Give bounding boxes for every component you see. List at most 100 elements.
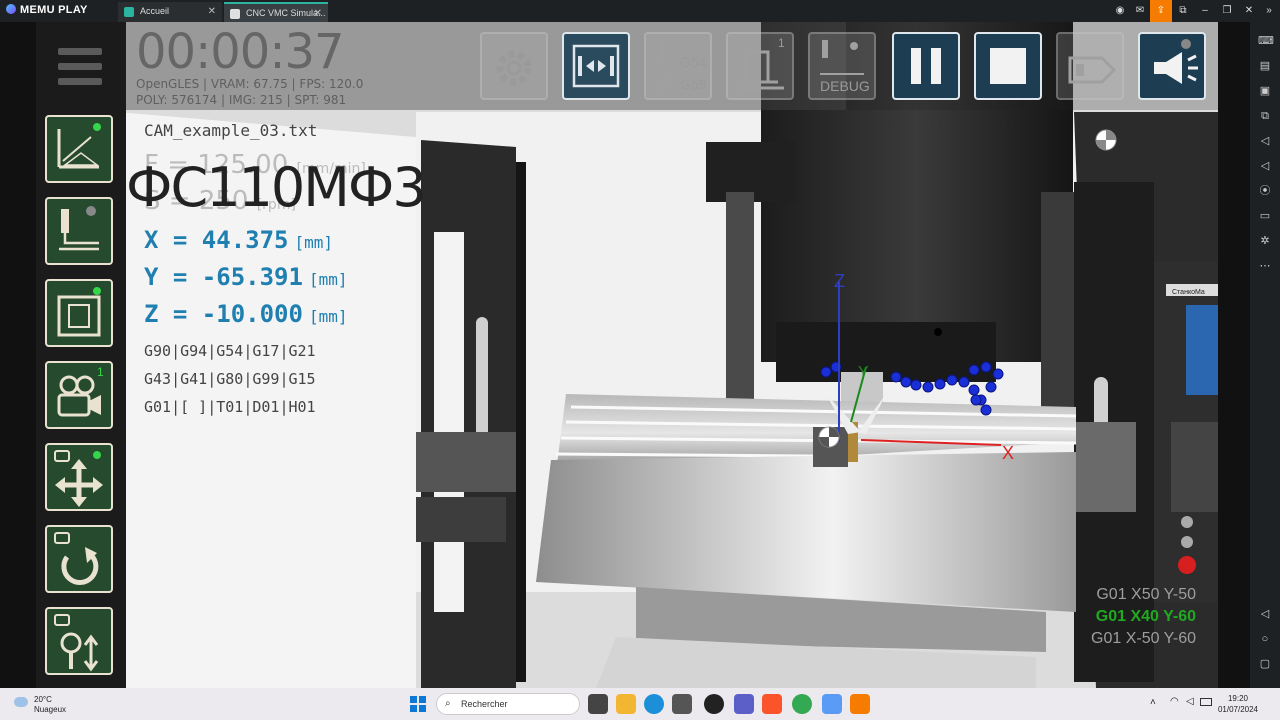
debug-label: DEBUG (820, 78, 870, 94)
windows-taskbar: 20°C Nuageux ⌕ Rechercher ˄ ◠ ◁ 19:20 01… (0, 688, 1280, 720)
weather-temperature: 20°C (34, 695, 52, 704)
home-tab-icon (124, 7, 134, 17)
memu-multi-icon[interactable] (850, 694, 870, 714)
account-icon[interactable]: ◉ (1113, 4, 1127, 18)
app-tab-icon (230, 9, 240, 19)
g59-label: G59 (680, 76, 707, 92)
tab-label: Accueil (140, 6, 170, 16)
close-tab-icon[interactable]: ✕ (314, 4, 322, 23)
fit-view-button[interactable] (562, 32, 630, 100)
memu-taskbar-icon[interactable] (822, 694, 842, 714)
clock-date: 01/07/2024 (1217, 705, 1259, 714)
camera-select-button[interactable]: 1 (45, 361, 113, 429)
task-view-icon[interactable] (588, 694, 608, 714)
multi-window-icon[interactable]: ⧉ (1258, 109, 1272, 123)
expand-icon[interactable]: » (1262, 4, 1276, 18)
edge-browser-icon[interactable] (644, 694, 664, 714)
cnc-simulator-viewport[interactable]: СтанкоМа Z X Y 00:00:37 OpenGLES | VRAM:… (36, 22, 1218, 688)
modal-gcodes-line2: G43|G41|G80|G99|G15 (144, 370, 316, 388)
megaphone-icon (1154, 39, 1198, 84)
file-explorer-icon[interactable] (616, 694, 636, 714)
volume-up-icon[interactable]: ◁ (1258, 134, 1272, 148)
more-icon[interactable]: ⋯ (1258, 259, 1272, 273)
cloud-icon (14, 697, 28, 707)
search-icon: ⌕ (445, 698, 451, 709)
taskbar-clock[interactable]: 19:20 01/07/2024 (1212, 693, 1264, 715)
keyboard-icon[interactable]: ⌨ (1258, 34, 1274, 48)
android-home-icon[interactable]: ○ (1258, 632, 1272, 646)
chrome-icon[interactable] (792, 694, 812, 714)
single-view-button[interactable]: 1 (726, 32, 794, 100)
pause-button[interactable] (892, 32, 960, 100)
program-file-name: CAM_example_03.txt (144, 121, 318, 140)
z-coordinate-readout: Z = -10.000 [mm] (144, 300, 348, 328)
taskbar-search-box[interactable]: ⌕ Rechercher (436, 693, 580, 715)
active-indicator (93, 287, 101, 295)
z-axis-label: Z (834, 271, 845, 291)
restore-window-icon[interactable]: ❐ (1220, 4, 1234, 18)
windows-logo-icon (410, 696, 426, 712)
window-icon[interactable]: ⧉ (1176, 4, 1190, 18)
record-icon[interactable]: ⇪ (1150, 0, 1172, 22)
folder-icon[interactable]: ▭ (1258, 209, 1272, 223)
gear-icon (496, 50, 532, 86)
camera-rotate-button[interactable] (45, 525, 113, 593)
keymap-icon[interactable]: ▤ (1258, 59, 1272, 73)
search-placeholder: Rechercher (461, 699, 508, 709)
y-axis-label: Y (858, 364, 869, 381)
memu-logo: MEMU PLAY (6, 4, 88, 16)
camera-zoom-button[interactable] (45, 607, 113, 675)
control-panel-brand: СтанкоМа (1172, 289, 1205, 296)
battery-icon[interactable] (1200, 698, 1212, 706)
location-icon[interactable]: ⦿ (1258, 184, 1272, 198)
next-step-button[interactable] (1056, 32, 1124, 100)
mail-icon[interactable]: ✉ (1133, 4, 1147, 18)
tool-view-button[interactable] (45, 197, 113, 265)
stop-button[interactable] (974, 32, 1042, 100)
x-axis-label: X (1002, 443, 1014, 463)
minimize-window-icon[interactable]: – (1198, 4, 1212, 18)
weather-condition: Nuageux (34, 705, 67, 714)
volume-down-icon[interactable]: ◁ (1258, 159, 1272, 173)
brave-browser-icon[interactable] (762, 694, 782, 714)
emulator-titlebar: MEMU PLAY Accueil ✕ CNC VMC Simula... ✕ … (0, 0, 1280, 22)
store-icon[interactable] (672, 694, 692, 714)
hamburger-menu-icon (58, 48, 102, 85)
modal-gcodes-line3: G01|[ ]|T01|D01|H01 (144, 398, 316, 416)
close-window-icon[interactable]: ✕ (1242, 4, 1256, 18)
work-offset-button[interactable]: G54 G59 (644, 32, 712, 100)
android-recents-icon[interactable]: ▢ (1258, 657, 1272, 671)
debug-button[interactable]: DEBUG (808, 32, 876, 100)
toolpath-view-button[interactable] (45, 115, 113, 183)
tab-accueil[interactable]: Accueil ✕ (118, 2, 222, 22)
view-number-badge: 1 (778, 36, 785, 50)
active-indicator (93, 123, 101, 131)
machine-cabinet-icon (57, 295, 101, 337)
y-coordinate-readout: Y = -65.391 [mm] (144, 263, 348, 291)
elapsed-timer: 00:00:37 (136, 24, 345, 80)
machine-view-button[interactable] (45, 279, 113, 347)
program-line-current: G01 X40 Y-60 (1095, 608, 1196, 625)
settings-icon[interactable]: ✲ (1258, 234, 1272, 248)
windows-start-button[interactable] (408, 694, 428, 714)
menu-button[interactable] (48, 34, 112, 98)
dell-icon[interactable] (704, 694, 724, 714)
camera-pan-button[interactable] (45, 443, 113, 511)
close-tab-icon[interactable]: ✕ (208, 2, 216, 21)
active-indicator (93, 451, 101, 459)
speaker-icon[interactable]: ◁ (1186, 696, 1194, 707)
wifi-icon[interactable]: ◠ (1170, 696, 1179, 707)
emulator-side-panel: ⌨ ▤ ▣ ⧉ ◁ ◁ ⦿ ▭ ✲ ⋯ ◁ ○ ▢ (1250, 22, 1280, 688)
teams-icon[interactable] (734, 694, 754, 714)
system-tray-chevron-icon[interactable]: ˄ (1150, 697, 1156, 708)
camera-number-badge: 1 (97, 365, 104, 379)
apk-icon[interactable]: ▣ (1258, 84, 1272, 98)
rotate-arrow-icon (54, 532, 99, 585)
settings-button[interactable] (480, 32, 548, 100)
android-back-icon[interactable]: ◁ (1258, 607, 1272, 621)
fit-width-icon (572, 44, 620, 88)
sound-button[interactable] (1138, 32, 1206, 100)
tab-cnc-vmc-simulator[interactable]: CNC VMC Simula... ✕ (224, 2, 328, 22)
render-stats-line1: OpenGLES | VRAM: 67.75 | FPS: 120.0 (136, 77, 364, 91)
step-forward-icon (1068, 56, 1117, 84)
